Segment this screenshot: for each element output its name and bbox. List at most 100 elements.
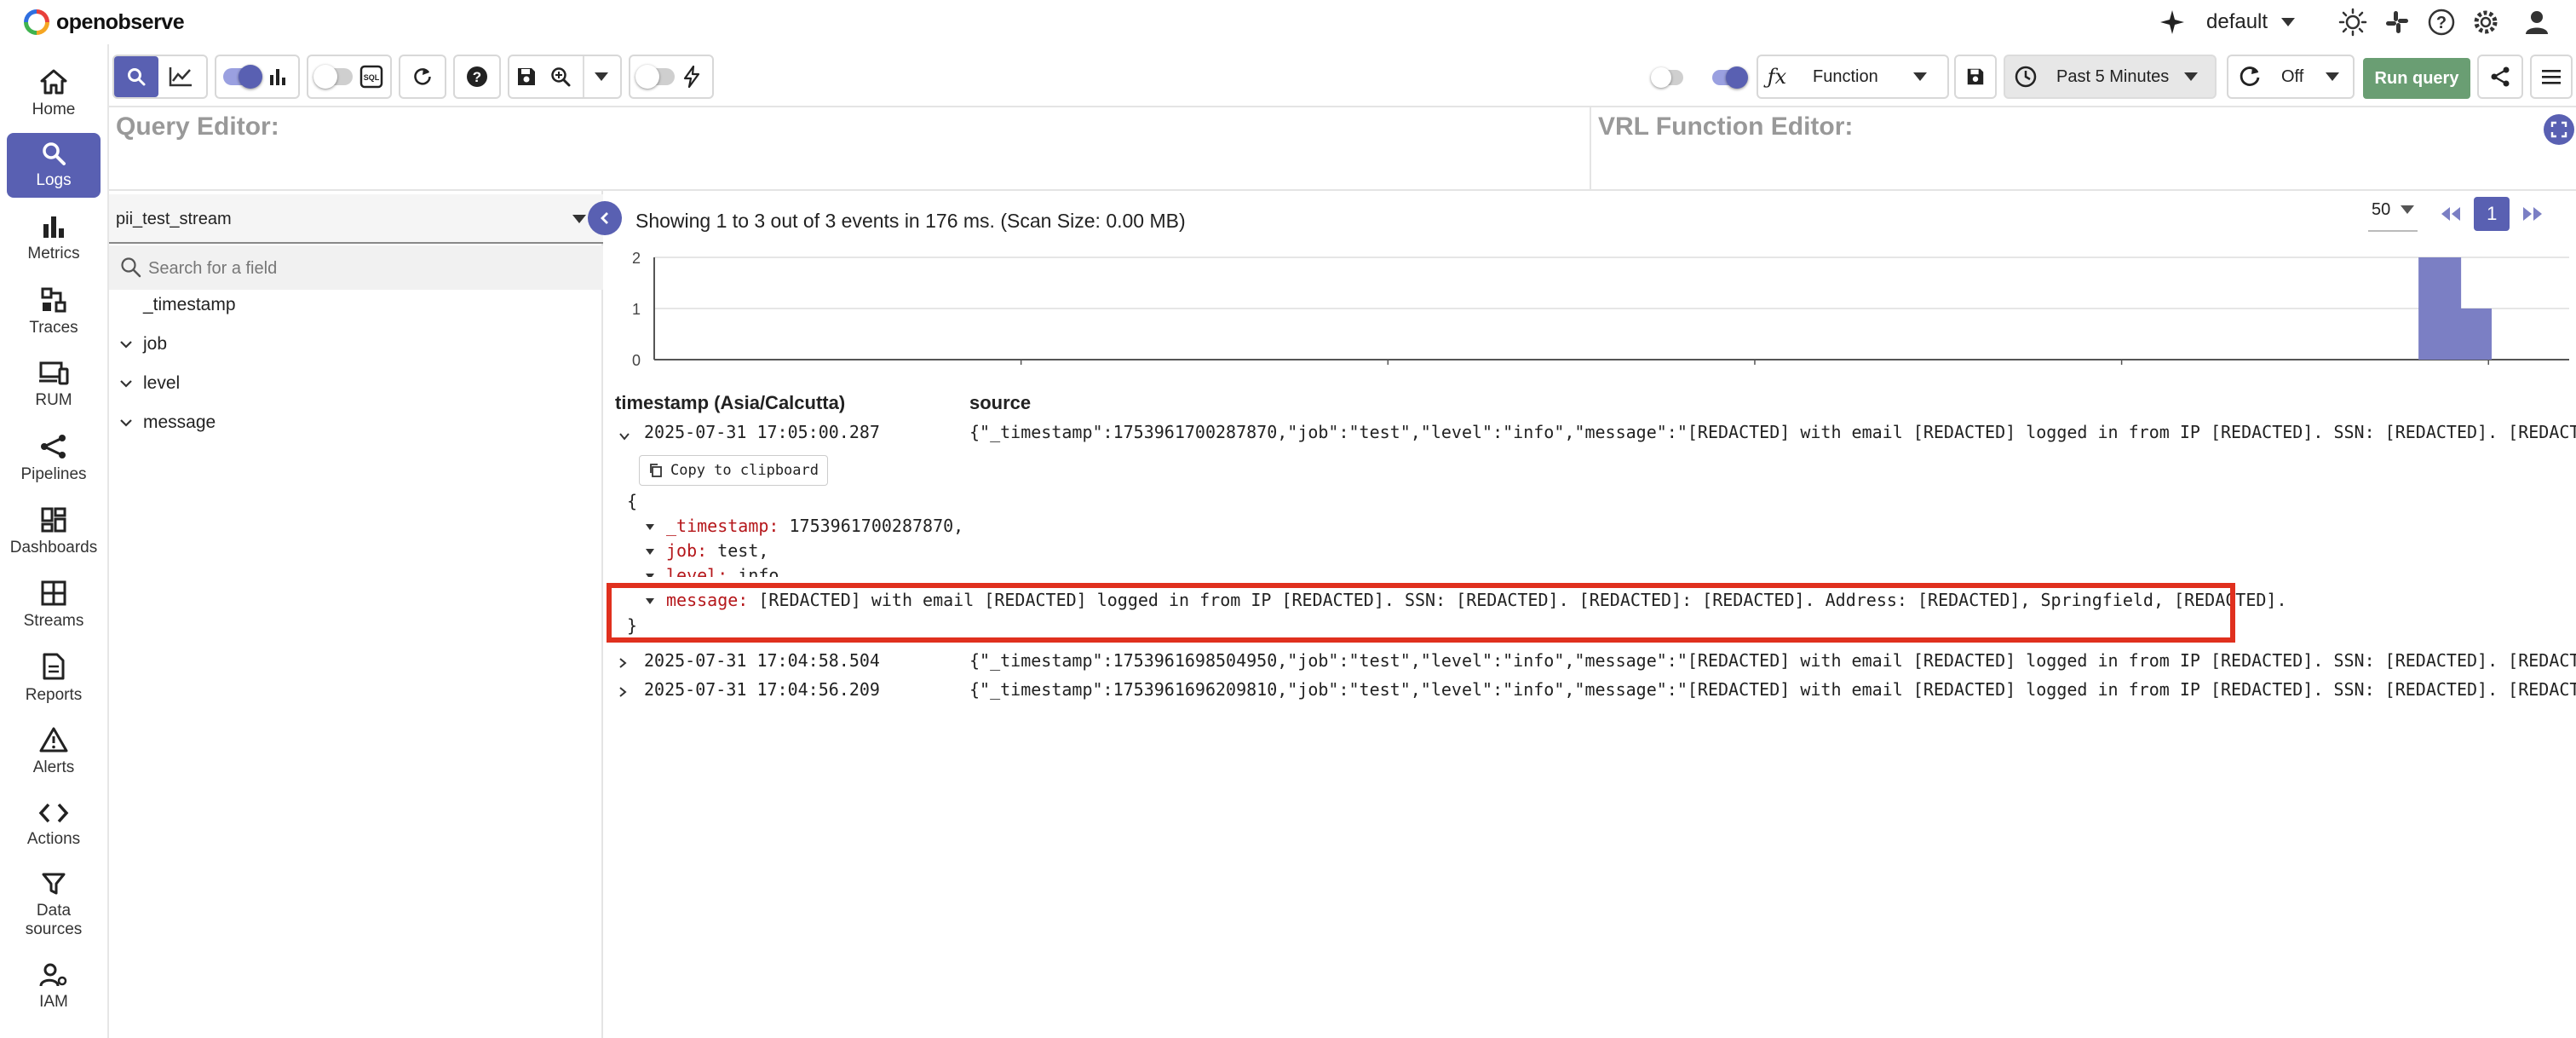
json-field-job[interactable]: job: test, [646, 540, 768, 561]
chevron-down-icon[interactable] [109, 339, 143, 349]
openobserve-logo[interactable]: openobserve [24, 7, 185, 37]
chevron-down-icon [2184, 72, 2198, 81]
function-selector[interactable]: ƒx Function [1757, 55, 1949, 99]
reset-filters-button[interactable] [400, 56, 445, 97]
field-list-panel: pii_test_stream Search for a field _time… [109, 191, 603, 1038]
nav-item-actions[interactable]: Actions [7, 793, 101, 857]
field-item-message[interactable]: message [109, 404, 603, 441]
share-link-button[interactable] [2479, 56, 2521, 97]
source-column-header[interactable]: source [969, 392, 1031, 414]
settings-gear-icon[interactable] [2469, 5, 2503, 39]
pagination: 50 1 [2368, 194, 2547, 234]
nav-item-streams[interactable]: Streams [7, 573, 101, 637]
save-view-button[interactable] [509, 56, 543, 97]
chevron-down-icon[interactable] [109, 418, 143, 428]
json-close-brace: } [627, 615, 638, 636]
nav-item-traces[interactable]: Traces [7, 280, 101, 344]
nav-item-logs[interactable]: Logs [7, 133, 101, 198]
quick-mode-toggle-group [629, 55, 714, 99]
table-row[interactable]: 2025-07-31 17:05:00.287 {"_timestamp":17… [605, 418, 2576, 445]
menu-button-group [2530, 55, 2573, 99]
nav-item-alerts[interactable]: Alerts [7, 719, 101, 784]
line-chart-icon [169, 67, 192, 87]
chart-y-tick-label: 0 [632, 352, 641, 369]
syntax-guide-button[interactable]: ? [455, 56, 499, 97]
chevron-down-icon[interactable] [109, 378, 143, 389]
show-function-editor-toggle[interactable] [1712, 66, 1748, 89]
fullscreen-button[interactable] [2544, 114, 2574, 145]
editors-area: Query Editor: VRL Function Editor: [109, 107, 2576, 191]
json-open-brace: { [627, 491, 638, 511]
org-selector[interactable]: default [2206, 7, 2296, 37]
sql-mode-toggle[interactable] [313, 65, 353, 89]
search-icon [43, 142, 66, 165]
histogram-toggle-group [215, 55, 300, 99]
sql-icon: SQL [359, 65, 383, 89]
query-editor[interactable] [109, 107, 1590, 191]
search-icon [128, 68, 146, 86]
auto-refresh-selector[interactable]: Off [2227, 55, 2355, 99]
timestamp-column-header[interactable]: timestamp (Asia/Calcutta) [615, 392, 845, 414]
streams-grid-icon [41, 580, 66, 606]
run-query-button[interactable]: Run query [2363, 58, 2470, 99]
logs-search-view-button[interactable] [114, 56, 158, 97]
search-saved-views-button[interactable] [543, 56, 578, 97]
first-page-icon[interactable] [2436, 205, 2465, 223]
table-row[interactable]: 2025-07-31 17:04:58.504 {"_timestamp":17… [605, 646, 2576, 673]
save-icon [518, 68, 535, 85]
copy-to-clipboard-button[interactable]: Copy to clipboard [639, 455, 828, 486]
histogram-chart: 01217:0117:0217:0317:0417:05 [632, 250, 2569, 369]
nav-item-metrics[interactable]: Metrics [7, 206, 101, 271]
current-page-button[interactable]: 1 [2474, 197, 2510, 231]
save-function-button[interactable] [1956, 56, 1995, 97]
nav-label: Metrics [27, 245, 80, 262]
date-time-picker[interactable]: Past 5 Minutes [2004, 55, 2217, 99]
json-field-message[interactable]: message: [REDACTED] with email [REDACTED… [646, 590, 2287, 610]
json-field-timestamp[interactable]: _timestamp: 1753961700287870, [646, 516, 963, 536]
chevron-right-icon[interactable] [618, 653, 627, 673]
nav-item-pipelines[interactable]: Pipelines [7, 426, 101, 491]
user-avatar-icon[interactable] [2520, 5, 2554, 39]
json-key: _timestamp: [666, 516, 779, 536]
slack-icon[interactable] [2380, 5, 2414, 39]
histogram-toggle[interactable] [223, 65, 262, 89]
nav-item-rum[interactable]: RUM [7, 353, 101, 418]
page-size-selector[interactable]: 50 [2368, 197, 2418, 232]
caret-down-icon [646, 549, 654, 555]
nav-item-data-sources[interactable]: Data sources [7, 866, 101, 944]
results-summary: Showing 1 to 3 out of 3 events in 176 ms… [635, 210, 1186, 232]
nav-item-home[interactable]: Home [7, 61, 101, 126]
collapse-field-panel-button[interactable] [588, 201, 622, 235]
more-menu-button[interactable] [2532, 56, 2571, 97]
visualize-view-button[interactable] [158, 56, 203, 97]
table-row[interactable]: 2025-07-31 17:04:56.209 {"_timestamp":17… [605, 675, 2576, 702]
ai-sparkle-icon[interactable] [2155, 5, 2189, 39]
field-name: _timestamp [143, 295, 236, 314]
field-item-timestamp[interactable]: _timestamp [109, 286, 603, 324]
show-query-editor-toggle[interactable] [1651, 67, 1683, 88]
quick-mode-toggle[interactable] [635, 65, 675, 89]
help-icon[interactable]: ? [2424, 5, 2458, 39]
chevron-right-icon[interactable] [618, 682, 627, 702]
chevron-down-icon [2326, 72, 2339, 81]
json-value: test, [717, 540, 769, 561]
theme-toggle-sun-icon[interactable] [2336, 5, 2370, 39]
field-search-input[interactable]: Search for a field [109, 245, 603, 290]
nav-item-dashboards[interactable]: Dashboards [7, 499, 101, 564]
nav-item-iam[interactable]: IAM [7, 954, 101, 1019]
chevron-down-icon[interactable] [618, 424, 630, 445]
caret-down-icon [646, 574, 654, 577]
last-page-icon[interactable] [2518, 205, 2547, 223]
vrl-function-editor[interactable] [1591, 141, 2528, 189]
nav-label: Data sources [25, 902, 83, 938]
hamburger-menu-icon [2542, 70, 2561, 84]
nav-item-reports[interactable]: Reports [7, 646, 101, 711]
row-timestamp: 2025-07-31 17:05:00.287 [644, 422, 880, 442]
field-item-job[interactable]: job [109, 326, 603, 363]
field-item-level[interactable]: level [109, 365, 603, 402]
saved-views-dropdown-button[interactable] [584, 56, 618, 97]
copy-icon [650, 464, 662, 477]
json-field-level[interactable]: level: info, [646, 565, 790, 577]
stream-selector[interactable]: pii_test_stream [109, 194, 603, 244]
stream-name: pii_test_stream [116, 210, 232, 228]
